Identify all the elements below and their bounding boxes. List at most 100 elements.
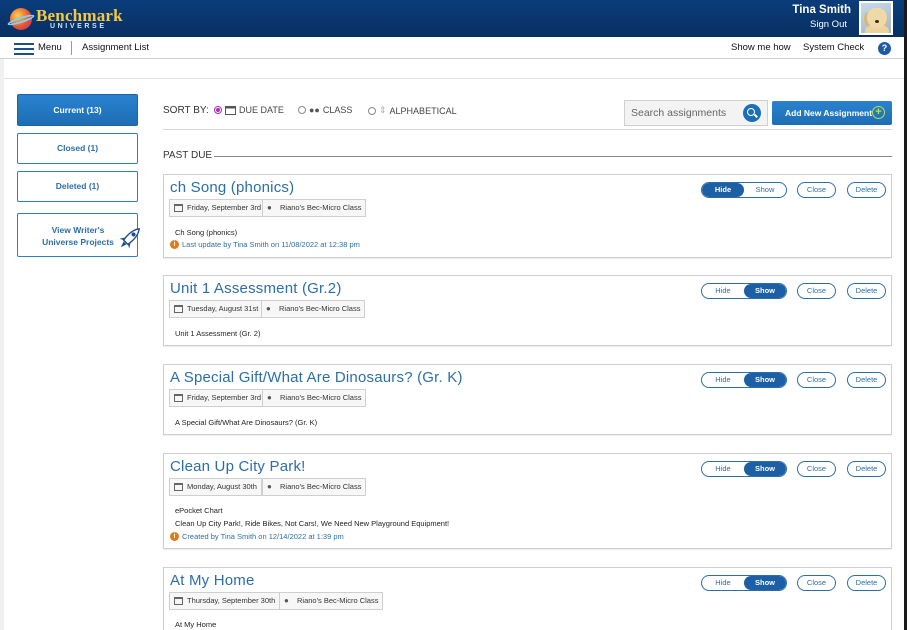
group-icon: ●	[267, 393, 272, 402]
add-new-assignment-button[interactable]: Add New Assignment +	[772, 101, 892, 125]
class-name: Riano's Bec-Micro Class	[279, 304, 361, 313]
due-date: Friday, September 3rd	[187, 203, 262, 212]
assignment-title[interactable]: A Special Gift/What Are Dinosaurs? (Gr. …	[170, 369, 463, 386]
due-date: Monday, August 30th	[187, 482, 257, 491]
assignment-title[interactable]: Unit 1 Assessment (Gr.2)	[170, 280, 342, 297]
assignment-title[interactable]: At My Home	[170, 572, 255, 589]
sort-alphabetical-label: ALPHABETICAL	[389, 105, 457, 116]
top-bar: Benchmark UNIVERSE Tina Smith Sign Out	[0, 0, 907, 37]
assignment-meta: i Last update by Tina Smith on 11/08/2022…	[170, 240, 360, 249]
hide-option[interactable]: Hide	[702, 576, 744, 590]
show-option[interactable]: Show	[744, 576, 786, 590]
benchmark-logo[interactable]: Benchmark UNIVERSE	[6, 5, 123, 33]
hamburger-menu-icon[interactable]	[14, 43, 34, 55]
close-button[interactable]: Close	[797, 372, 836, 388]
help-icon[interactable]: ?	[878, 42, 891, 55]
assignment-detail: At My Home	[175, 620, 217, 629]
sign-out-link[interactable]: Sign Out	[810, 19, 847, 30]
group-icon: ●●	[309, 105, 320, 115]
calendar-icon	[225, 106, 236, 115]
close-button[interactable]: Close	[797, 182, 836, 198]
class-chip: ● Riano's Bec-Micro Class	[279, 592, 384, 610]
visibility-toggle[interactable]: Hide Show	[701, 283, 787, 299]
hide-option[interactable]: Hide	[702, 462, 744, 476]
calendar-icon	[174, 597, 183, 605]
class-name: Riano's Bec-Micro Class	[280, 393, 362, 402]
dog-nose-icon	[875, 20, 879, 23]
search-input[interactable]	[625, 101, 743, 125]
show-option[interactable]: Show	[744, 183, 786, 197]
nav-divider	[71, 41, 72, 55]
writers-universe-projects-button[interactable]: View Writer's Universe Projects	[17, 213, 140, 257]
visibility-toggle[interactable]: Hide Show	[701, 575, 787, 591]
current-filter-label: Current (13)	[53, 105, 102, 115]
nav-bar: Menu Assignment List Show me how System …	[0, 37, 907, 59]
visibility-toggle[interactable]: Hide Show	[701, 372, 787, 388]
delete-button[interactable]: Delete	[847, 182, 886, 198]
info-icon: i	[170, 240, 179, 249]
system-check-link[interactable]: System Check	[803, 42, 864, 53]
sort-due-date-option[interactable]: DUE DATE	[214, 105, 284, 115]
group-icon: ●	[284, 596, 289, 605]
class-name: Riano's Bec-Micro Class	[297, 596, 379, 605]
assignment-detail: Unit 1 Assessment (Gr. 2)	[175, 329, 261, 338]
due-date: Tuesday, August 31st	[187, 304, 259, 313]
close-button[interactable]: Close	[797, 575, 836, 591]
hide-option[interactable]: Hide	[702, 284, 744, 298]
avatar[interactable]	[859, 1, 893, 35]
calendar-icon	[174, 204, 183, 212]
assignment-card: Clean Up City Park! Monday, August 30th …	[163, 453, 892, 549]
page-title: Assignment List	[82, 42, 150, 53]
sort-arrows-icon: ⇕	[379, 105, 387, 115]
group-icon: ●	[266, 304, 271, 313]
radio-unchecked[interactable]	[368, 106, 376, 115]
delete-button[interactable]: Delete	[847, 372, 886, 388]
current-filter-button[interactable]: Current (13)	[17, 94, 138, 126]
assignment-meta: i Created by Tina Smith on 12/14/2022 at …	[170, 532, 344, 541]
plus-circle-icon: +	[872, 106, 885, 119]
section-heading: PAST DUE	[163, 150, 213, 161]
assignment-detail: ePocket Chart	[175, 506, 223, 515]
visibility-toggle[interactable]: Hide Show	[701, 461, 787, 477]
assignment-card: At My Home Thursday, September 30th ● Ria…	[163, 567, 892, 630]
assignment-card: A Special Gift/What Are Dinosaurs? (Gr. …	[163, 364, 892, 435]
sort-class-option[interactable]: ●● CLASS	[298, 105, 352, 115]
sort-due-date-label: DUE DATE	[239, 105, 284, 115]
close-button[interactable]: Close	[797, 283, 836, 299]
show-option[interactable]: Show	[744, 284, 786, 298]
logo-subtext: UNIVERSE	[50, 23, 107, 30]
due-date-chip: Tuesday, August 31st	[169, 300, 264, 318]
delete-button[interactable]: Delete	[847, 283, 886, 299]
assignment-title[interactable]: Clean Up City Park!	[170, 458, 306, 475]
meta-text: Last update by Tina Smith on 11/08/2022 …	[182, 240, 360, 249]
info-icon: i	[170, 532, 179, 541]
show-option[interactable]: Show	[744, 462, 786, 476]
menu-label[interactable]: Menu	[38, 42, 62, 53]
assignment-title[interactable]: ch Song (phonics)	[170, 179, 294, 196]
due-date-chip: Friday, September 3rd	[169, 389, 267, 407]
class-chip: ● Riano's Bec-Micro Class	[262, 389, 367, 407]
deleted-filter-button[interactable]: Deleted (1)	[17, 171, 138, 202]
close-button[interactable]: Close	[797, 461, 836, 477]
closed-filter-button[interactable]: Closed (1)	[17, 133, 138, 164]
delete-button[interactable]: Delete	[847, 461, 886, 477]
radio-checked[interactable]	[214, 106, 222, 114]
search-box	[624, 100, 768, 126]
delete-button[interactable]: Delete	[847, 575, 886, 591]
assignment-card: Unit 1 Assessment (Gr.2) Tuesday, August…	[163, 275, 892, 346]
search-icon[interactable]	[743, 104, 761, 122]
visibility-toggle[interactable]: Hide Show	[701, 182, 787, 198]
hide-option[interactable]: Hide	[702, 373, 744, 387]
sort-alphabetical-option[interactable]: ⇕ ALPHABETICAL	[368, 105, 457, 116]
add-new-assignment-label: Add New Assignment	[785, 108, 873, 118]
calendar-icon	[174, 305, 183, 313]
show-me-how-link[interactable]: Show me how	[731, 42, 791, 53]
closed-filter-label: Closed (1)	[56, 143, 99, 153]
sort-class-label: CLASS	[322, 105, 353, 115]
radio-unchecked[interactable]	[298, 106, 306, 114]
hide-option[interactable]: Hide	[702, 183, 744, 197]
show-option[interactable]: Show	[744, 373, 786, 387]
assignment-detail: Clean Up City Park!, Ride Bikes, Not Car…	[175, 519, 450, 528]
divider	[163, 129, 892, 130]
class-chip: ● Riano's Bec-Micro Class	[262, 478, 367, 496]
